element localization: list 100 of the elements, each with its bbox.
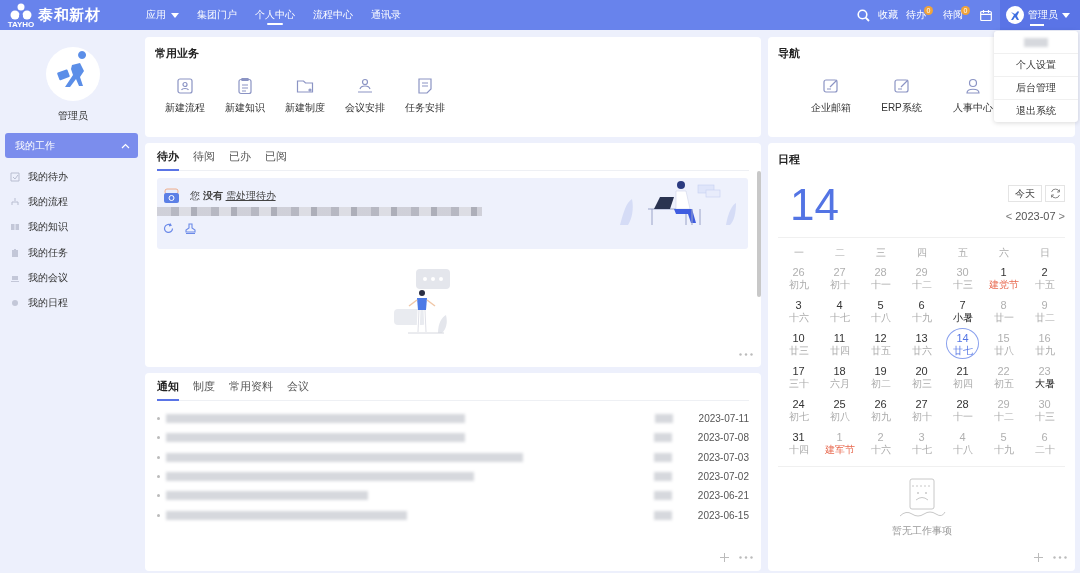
calendar-day[interactable]: 24 初七 [782, 394, 815, 425]
previous-month-button[interactable]: < [1005, 210, 1013, 222]
calendar-day[interactable]: 11 廿四 [823, 328, 856, 359]
calendar-day[interactable]: 21 初四 [946, 361, 979, 392]
calendar-day[interactable]: 4 十七 [823, 295, 856, 326]
todo-message: 您 没有 需处理待办 [190, 189, 276, 203]
lunar-date: 十四 [788, 443, 809, 455]
lunar-date: 廿六 [911, 344, 932, 356]
menu-item[interactable]: 退出系统 [994, 99, 1078, 122]
tab[interactable]: 制度 [193, 379, 215, 400]
day-number: 4 [959, 430, 966, 444]
calendar-day[interactable]: 17 三十 [782, 361, 815, 392]
shortcut-link[interactable]: 新建流程 [155, 77, 215, 115]
calendar-day[interactable]: 20 初三 [905, 361, 938, 392]
sidebar-item[interactable]: 我的会议 [0, 265, 145, 291]
redacted-text [653, 433, 672, 443]
sidebar-item[interactable]: 我的知识 [0, 214, 145, 240]
next-month-button[interactable]: > [1058, 210, 1065, 222]
calendar-day[interactable]: 23 大暑 [1028, 361, 1061, 392]
tab[interactable]: 待阅 [193, 149, 215, 170]
user-menu-button[interactable]: 管理员 [1000, 0, 1080, 30]
sidebar-item[interactable]: 我的日程 [0, 290, 145, 316]
day-number: 12 [874, 331, 887, 345]
day-number: 27 [833, 265, 846, 279]
bullet-icon [157, 494, 160, 498]
stamp-icon[interactable] [185, 223, 196, 234]
calendar-day[interactable]: 5 十八 [864, 295, 897, 326]
contact-card-icon [176, 77, 194, 95]
shortcut-link[interactable]: 会议安排 [335, 77, 395, 115]
weekday-label: 日 [1038, 246, 1051, 260]
calendar-day[interactable]: 7 小暑 [946, 295, 979, 326]
search-icon[interactable] [857, 8, 870, 22]
sidebar-item[interactable]: 我的待办 [0, 164, 145, 190]
day-number: 5 [877, 298, 884, 312]
lunar-date: 十六 [788, 311, 809, 323]
redacted-text [653, 491, 672, 501]
menu-item[interactable]: 个人设置 [994, 53, 1078, 76]
day-number: 30 [956, 265, 969, 279]
today-button[interactable]: 今天 [1008, 185, 1042, 202]
lunar-date: 廿七 [952, 344, 973, 356]
day-number: 1 [836, 430, 843, 444]
tab[interactable]: 已阅 [265, 149, 287, 170]
lunar-date: 十七 [829, 311, 850, 323]
calendar-day[interactable]: 31 十四 [782, 427, 815, 458]
menu-item[interactable]: 后台管理 [994, 76, 1078, 99]
calendar-icon[interactable] [980, 9, 992, 21]
tab[interactable]: 已办 [229, 149, 251, 170]
calendar-day[interactable]: 12 廿五 [864, 328, 897, 359]
calendar-day[interactable]: 13 廿六 [905, 328, 938, 359]
more-icon[interactable] [739, 556, 753, 559]
scrollbar[interactable] [757, 171, 761, 297]
calendar-day[interactable]: 3 十六 [782, 295, 815, 326]
day-number: 26 [792, 265, 805, 279]
calendar-day[interactable]: 10 廿三 [782, 328, 815, 359]
tab[interactable]: 待办 [157, 149, 179, 170]
calendar-day[interactable]: 6 十九 [905, 295, 938, 326]
day-number: 2 [1041, 265, 1048, 279]
edit-icon [821, 77, 840, 95]
todo-link[interactable]: 需处理待办 [225, 190, 276, 201]
shortcut-link[interactable]: 任务安排 [395, 77, 455, 115]
lunar-date: 初十 [911, 410, 932, 422]
tab[interactable]: 常用资料 [229, 379, 273, 400]
lunar-date: 初三 [911, 377, 932, 389]
refresh-button[interactable] [1045, 185, 1065, 202]
shortcut-link[interactable]: 新建知识 [215, 77, 275, 115]
lunar-date: 廿四 [829, 344, 850, 356]
day-number: 3 [918, 430, 925, 444]
more-icon[interactable] [739, 353, 753, 356]
notice-date: 2023-07-11 [698, 413, 749, 425]
lunar-date: 三十 [788, 377, 809, 389]
bullet-icon [157, 417, 160, 421]
day-number: 31 [792, 430, 805, 444]
sidebar-item[interactable]: 我的任务 [0, 239, 145, 266]
inbox-icon [163, 188, 181, 204]
folder-icon [296, 77, 314, 95]
day-number: 27 [915, 397, 928, 411]
more-icon[interactable] [1053, 556, 1067, 559]
calendar-day[interactable]: 2 十五 [1028, 262, 1061, 293]
add-icon[interactable] [1034, 553, 1043, 562]
weekday-label: 五 [956, 246, 969, 260]
card-title: 常用业务 [155, 46, 200, 61]
sidebar-item[interactable]: 我的流程 [0, 189, 145, 215]
calendar-day[interactable]: 25 初八 [823, 394, 856, 425]
day-number: 19 [874, 364, 887, 378]
calendar-day[interactable]: 26 初九 [864, 394, 897, 425]
navigation-link[interactable]: ERP系统 [866, 77, 937, 115]
bullet-icon [157, 436, 160, 440]
calendar-day[interactable]: 18 六月 [823, 361, 856, 392]
calendar-day[interactable]: 27 初十 [905, 394, 938, 425]
shortcut-link[interactable]: 新建制度 [275, 77, 335, 115]
day-number: 9 [1041, 298, 1048, 312]
add-icon[interactable] [720, 553, 729, 562]
calendar-day[interactable]: 1 建党节 [987, 262, 1020, 293]
refresh-icon[interactable] [163, 223, 174, 234]
day-number: 15 [997, 331, 1010, 345]
notice-date: 2023-06-21 [697, 490, 749, 502]
tab[interactable]: 通知 [157, 379, 179, 400]
day-number: 21 [956, 364, 969, 378]
tab[interactable]: 会议 [287, 379, 309, 400]
navigation-link[interactable]: 企业邮箱 [795, 77, 866, 115]
